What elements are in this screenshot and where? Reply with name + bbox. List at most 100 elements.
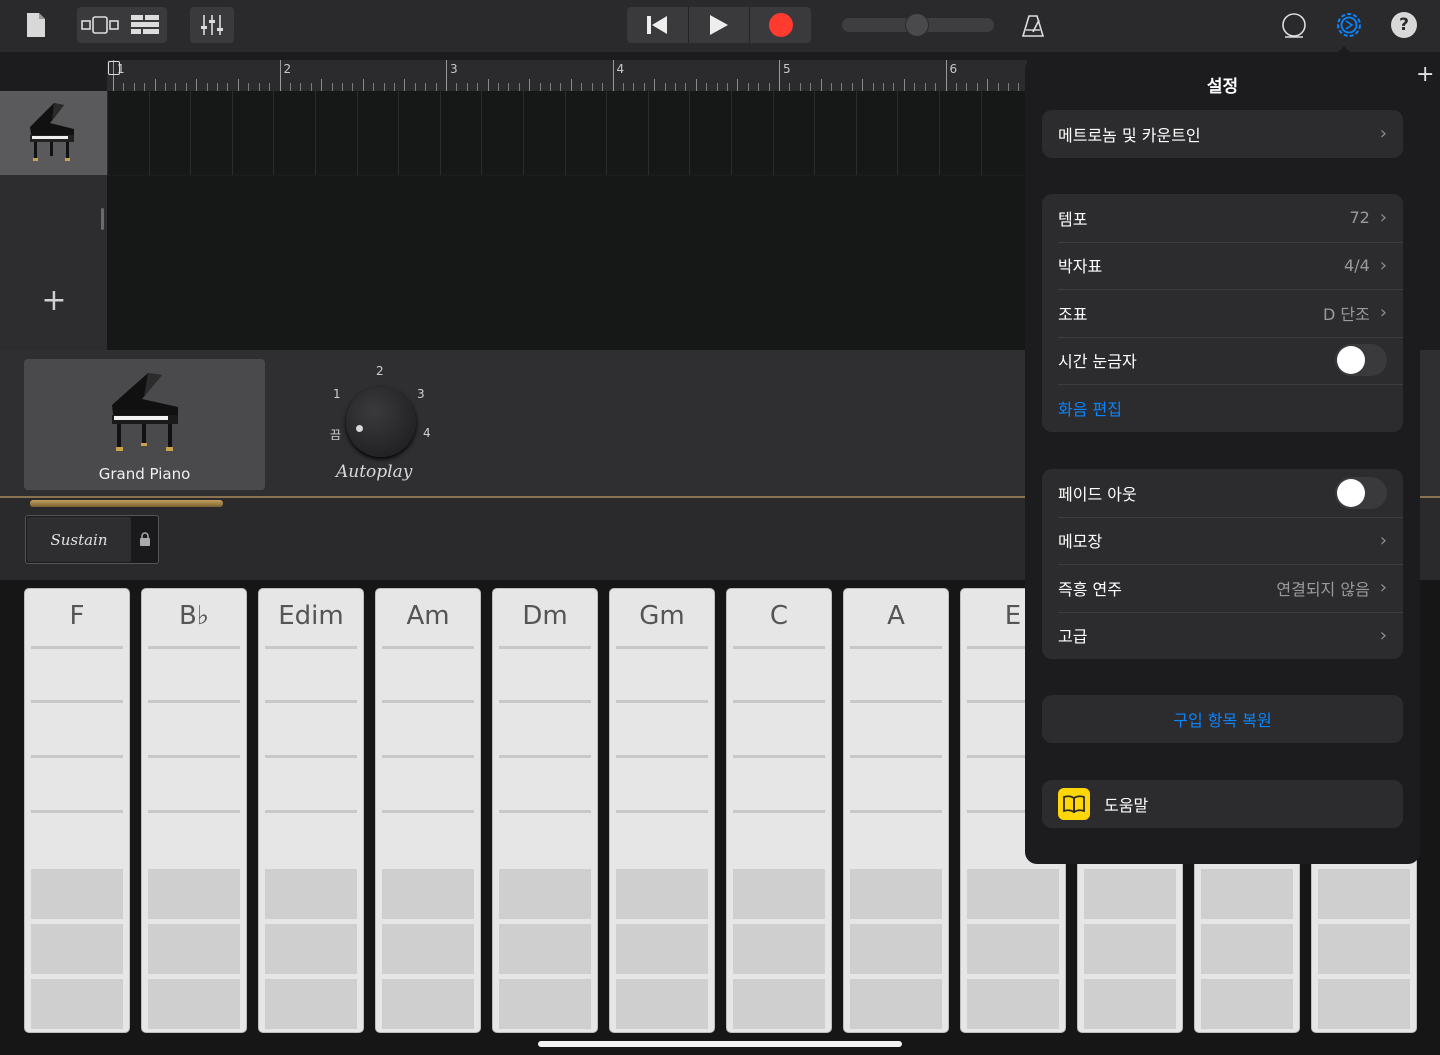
bass-note-segment[interactable] xyxy=(265,924,357,974)
bass-note-segment[interactable] xyxy=(733,979,825,1029)
tempo-row[interactable]: 템포 72 › xyxy=(1042,194,1403,242)
record-icon[interactable] xyxy=(750,7,811,43)
chord-strip[interactable]: Edim xyxy=(258,588,364,1033)
play-icon[interactable] xyxy=(689,7,751,43)
bass-note-segment[interactable] xyxy=(148,979,240,1029)
bass-note-segment[interactable] xyxy=(31,979,123,1029)
time-ruler-row: 시간 눈금자 xyxy=(1042,336,1403,385)
help-icon[interactable]: ? xyxy=(1391,12,1417,38)
home-indicator[interactable] xyxy=(538,1041,902,1047)
edit-chords-link[interactable]: 화음 편집 xyxy=(1058,396,1122,420)
bass-note-segment[interactable] xyxy=(265,869,357,919)
bass-note-segment[interactable] xyxy=(148,924,240,974)
time-signature-row[interactable]: 박자표 4/4 › xyxy=(1042,241,1403,290)
document-icon[interactable] xyxy=(22,10,50,40)
bass-note-segment[interactable] xyxy=(1084,869,1176,919)
time-ruler-toggle[interactable] xyxy=(1335,344,1387,377)
bass-note-segment[interactable] xyxy=(1201,979,1293,1029)
tracks-view-icon[interactable] xyxy=(122,15,167,35)
bass-note-segment[interactable] xyxy=(850,924,942,974)
tempo-value: 72 xyxy=(1349,208,1370,228)
chord-strip[interactable]: Am xyxy=(375,588,481,1033)
bass-note-segment[interactable] xyxy=(148,869,240,919)
bass-note-segment[interactable] xyxy=(616,924,708,974)
bass-note-segment[interactable] xyxy=(382,869,474,919)
bass-note-segment[interactable] xyxy=(850,869,942,919)
bass-note-segment[interactable] xyxy=(499,869,591,919)
track-grid-line xyxy=(398,91,400,175)
track-header-grand-piano[interactable] xyxy=(0,91,107,175)
chord-strip[interactable]: B♭ xyxy=(141,588,247,1033)
chord-strip[interactable]: A xyxy=(843,588,949,1033)
track-grid-line xyxy=(731,91,732,175)
bass-note-segment[interactable] xyxy=(1318,869,1410,919)
loop-icon[interactable] xyxy=(1280,12,1308,40)
track-grid-line xyxy=(647,91,649,175)
notepad-row[interactable]: 메모장 › xyxy=(1042,516,1403,565)
add-track-button[interactable]: + xyxy=(38,285,70,317)
bass-note-segment[interactable] xyxy=(382,979,474,1029)
bass-note-segment[interactable] xyxy=(499,924,591,974)
chord-strip[interactable]: Gm xyxy=(609,588,715,1033)
ruler-tick xyxy=(289,83,291,91)
rewind-icon[interactable] xyxy=(627,7,689,43)
chord-strip-divider xyxy=(265,810,357,813)
help-row[interactable]: 도움말 xyxy=(1042,780,1403,828)
bass-note-segment[interactable] xyxy=(31,924,123,974)
bass-note-segment[interactable] xyxy=(1318,979,1410,1029)
restore-purchases-button[interactable]: 구입 항목 복원 xyxy=(1042,695,1403,743)
settings-gear-icon[interactable] xyxy=(1335,11,1363,39)
autoplay-knob[interactable] xyxy=(346,387,416,457)
metronome-countin-row[interactable]: 메트로놈 및 카운트인 › xyxy=(1042,110,1403,158)
empty-track-area[interactable] xyxy=(107,176,1027,350)
chord-strip[interactable]: C xyxy=(726,588,832,1033)
bass-note-segment[interactable] xyxy=(1201,924,1293,974)
chord-strip-divider xyxy=(733,810,825,813)
bass-note-segment[interactable] xyxy=(1084,979,1176,1029)
lock-icon[interactable] xyxy=(139,532,151,546)
bass-note-segment[interactable] xyxy=(382,924,474,974)
bass-note-segment[interactable] xyxy=(1201,869,1293,919)
bass-note-segment[interactable] xyxy=(616,869,708,919)
key-signature-row[interactable]: 조표 D 단조 › xyxy=(1042,289,1403,337)
bass-note-segment[interactable] xyxy=(265,979,357,1029)
bass-note-segment[interactable] xyxy=(499,979,591,1029)
bass-note-segment[interactable] xyxy=(616,979,708,1029)
ruler-tick xyxy=(321,79,323,91)
master-volume-knob[interactable] xyxy=(905,13,929,37)
bass-note-segment[interactable] xyxy=(1084,924,1176,974)
track-region-area[interactable] xyxy=(107,91,1027,175)
ruler-tick xyxy=(716,83,718,91)
bass-note-segment[interactable] xyxy=(850,979,942,1029)
fade-out-toggle[interactable] xyxy=(1335,476,1387,509)
ruler-tick xyxy=(924,83,926,91)
bass-note-segment[interactable] xyxy=(1318,924,1410,974)
ruler-tick xyxy=(508,83,510,91)
view-switcher[interactable] xyxy=(77,7,167,43)
edit-chords-row[interactable]: 화음 편집 xyxy=(1042,384,1403,432)
advanced-row[interactable]: 고급 › xyxy=(1042,611,1403,660)
ruler-bar-line xyxy=(446,60,447,91)
mixer-icon[interactable] xyxy=(190,7,234,43)
playhead-marker[interactable] xyxy=(108,61,120,75)
sustain-button[interactable]: Sustain xyxy=(27,517,131,562)
autoplay-label-3: 3 xyxy=(417,387,425,401)
chord-strip-divider xyxy=(148,810,240,813)
view-toggle-icon[interactable] xyxy=(77,16,122,34)
bass-note-segment[interactable] xyxy=(967,869,1059,919)
metronome-icon[interactable] xyxy=(1018,12,1048,40)
chord-strip[interactable]: F xyxy=(24,588,130,1033)
transport-controls xyxy=(627,7,811,43)
track-grid-line xyxy=(273,91,275,175)
bass-note-segment[interactable] xyxy=(967,924,1059,974)
bass-note-segment[interactable] xyxy=(967,979,1059,1029)
ruler-tick xyxy=(383,83,385,91)
bass-note-segment[interactable] xyxy=(733,924,825,974)
bass-note-segment[interactable] xyxy=(31,869,123,919)
add-section-icon[interactable]: + xyxy=(1416,62,1434,87)
jam-session-row[interactable]: 즉흥 연주 연결되지 않음 › xyxy=(1042,564,1403,612)
chord-strip[interactable]: Dm xyxy=(492,588,598,1033)
track-resize-handle[interactable] xyxy=(101,208,104,230)
bass-note-segment[interactable] xyxy=(733,869,825,919)
timeline-ruler[interactable]: 123456 xyxy=(107,60,1027,91)
